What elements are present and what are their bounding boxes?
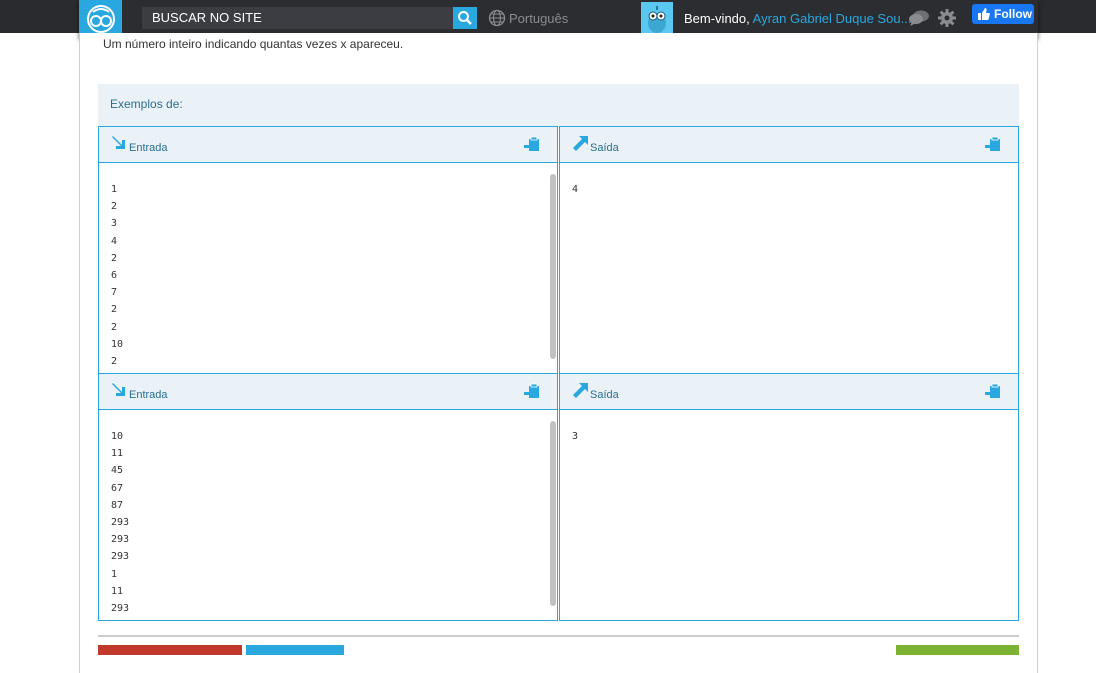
output-arrow-icon (573, 383, 588, 398)
input-line: 11 (111, 585, 124, 597)
scrollbar[interactable] (550, 421, 556, 606)
input-line: 11 (111, 448, 124, 460)
gear-icon[interactable] (937, 8, 957, 28)
input-line: 67 (111, 482, 124, 494)
input-line: 6 (111, 269, 118, 281)
input-line: 1 (111, 568, 118, 580)
welcome-prefix: Bem-vindo, (684, 11, 750, 26)
welcome-text: Bem-vindo, Ayran Gabriel Duque Sou... (684, 11, 911, 26)
submit-button[interactable] (896, 645, 1019, 655)
panel-header: Saída (560, 127, 1018, 163)
input-line: 45 (111, 465, 124, 477)
example-input-panel: Entrada 1 2 3 4 2 6 7 2 2 10 2 (98, 126, 558, 374)
action-button-blue[interactable] (246, 645, 344, 655)
thumbs-up-icon (978, 8, 990, 20)
input-line: 4 (111, 235, 118, 247)
section-divider (98, 635, 1019, 637)
example-output-panel: Saída 3 (559, 373, 1019, 621)
messages-icon[interactable] (908, 9, 930, 27)
input-line: 293 (111, 534, 130, 546)
input-line: 293 (111, 516, 130, 528)
language-label: Português (509, 10, 569, 26)
input-line: 7 (111, 287, 118, 299)
input-line: 2 (111, 252, 118, 264)
input-content: 10 11 45 67 87 293 293 293 1 11 293 (111, 428, 545, 620)
example-input-panel: Entrada 10 11 45 67 87 293 293 293 1 11 … (98, 373, 558, 621)
avatar[interactable] (641, 2, 673, 34)
facebook-follow-button[interactable]: Follow (972, 4, 1034, 24)
input-line: 3 (111, 218, 118, 230)
panel-header: Entrada (99, 127, 557, 163)
search-icon (458, 11, 472, 25)
input-arrow-icon (112, 136, 125, 149)
input-arrow-icon (112, 383, 125, 396)
panel-header: Entrada (99, 374, 557, 410)
avatar-icon (642, 3, 672, 33)
output-description: Um número inteiro indicando quantas veze… (103, 37, 404, 51)
input-line: 1 (111, 184, 118, 195)
input-line: 87 (111, 499, 124, 511)
scrollbar[interactable] (550, 174, 556, 359)
copy-icon[interactable] (524, 136, 540, 152)
copy-icon[interactable] (524, 383, 540, 399)
globe-icon (488, 9, 506, 27)
input-line: 10 (111, 431, 124, 442)
logo-icon (86, 5, 115, 33)
language-selector[interactable]: Português (488, 9, 568, 27)
input-line: 293 (111, 602, 130, 614)
output-label: Saída (590, 389, 619, 401)
output-content: 4 (572, 181, 1006, 373)
user-name-link[interactable]: Ayran Gabriel Duque Sou... (753, 11, 912, 26)
search-button[interactable] (453, 7, 477, 29)
copy-icon[interactable] (985, 383, 1001, 399)
search-input[interactable]: BUSCAR NO SITE (142, 7, 453, 29)
examples-heading: Exemplos de: (98, 84, 1019, 126)
action-button-red[interactable] (98, 645, 242, 655)
output-line: 3 (572, 431, 579, 442)
input-line: 10 (111, 338, 124, 350)
example-output-panel: Saída 4 (559, 126, 1019, 374)
output-arrow-icon (573, 136, 588, 151)
input-label: Entrada (129, 389, 168, 401)
output-content: 3 (572, 428, 1006, 620)
input-line: 2 (111, 355, 118, 367)
input-line: 293 (111, 551, 130, 563)
input-line: 2 (111, 321, 118, 333)
output-label: Saída (590, 142, 619, 154)
input-line: 2 (111, 304, 118, 316)
panel-header: Saída (560, 374, 1018, 410)
output-line: 4 (572, 184, 579, 195)
copy-icon[interactable] (985, 136, 1001, 152)
input-content: 1 2 3 4 2 6 7 2 2 10 2 (111, 181, 545, 373)
follow-label: Follow (994, 7, 1032, 21)
input-label: Entrada (129, 142, 168, 154)
input-line: 2 (111, 201, 118, 213)
